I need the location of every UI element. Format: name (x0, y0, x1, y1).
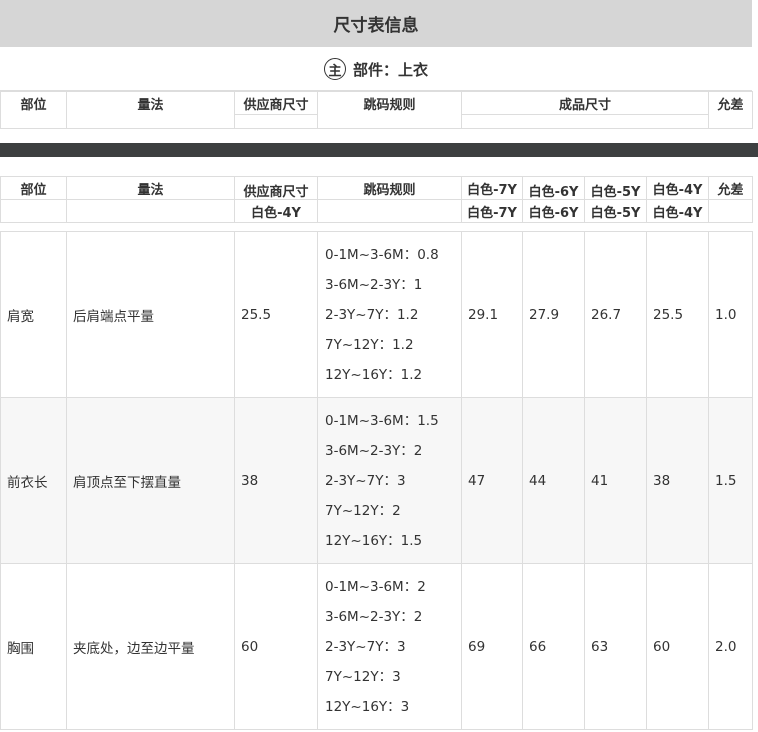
grading-rule: 7Y~12Y：1.2 (325, 336, 414, 353)
header-supplier-sub (234, 114, 318, 129)
header-size-col-2: 白色-5Y (584, 199, 647, 223)
grading-rule: 2-3Y~7Y：3 (325, 638, 406, 655)
cell-position: 肩宽 (0, 231, 67, 398)
size-table-body: 肩宽 后肩端点平量 25.5 0-1M~3-6M：0.8 3-6M~2-3Y：1… (0, 231, 753, 730)
cell-tolerance: 1.5 (708, 397, 753, 564)
grading-rule: 7Y~12Y：3 (325, 668, 401, 685)
cell-grading-rules: 0-1M~3-6M：1.5 3-6M~2-3Y：2 2-3Y~7Y：3 7Y~1… (317, 397, 462, 564)
cell-size: 44 (522, 397, 585, 564)
grading-rule: 0-1M~3-6M：1.5 (325, 412, 439, 429)
header-size-col-3: 白色-4Y (646, 176, 709, 200)
header-grading-rule: 跳码规则 (317, 176, 462, 200)
cell-grading-rules: 0-1M~3-6M：2 3-6M~2-3Y：2 2-3Y~7Y：3 7Y~12Y… (317, 563, 462, 730)
cell-position: 胸围 (0, 563, 67, 730)
cell-supplier-size: 38 (234, 397, 318, 564)
cell-supplier-size: 25.5 (234, 231, 318, 398)
grading-rule: 12Y~16Y：3 (325, 698, 410, 715)
grading-rule: 0-1M~3-6M：0.8 (325, 246, 439, 263)
part-header: 主 部件：上衣 (0, 48, 752, 91)
grading-rule: 2-3Y~7Y：3 (325, 472, 406, 489)
grading-rule: 12Y~16Y：1.5 (325, 532, 423, 549)
header-size-col-0: 白色-7Y (461, 176, 523, 200)
table-row: 胸围 夹底处，边至边平量 60 0-1M~3-6M：2 3-6M~2-3Y：2 … (0, 563, 753, 730)
cell-size: 47 (461, 397, 523, 564)
grading-rule: 2-3Y~7Y：1.2 (325, 306, 419, 323)
cell-method: 夹底处，边至边平量 (66, 563, 235, 730)
main-part-icon: 主 (323, 58, 346, 80)
cell-size: 25.5 (646, 231, 709, 398)
header-finished-size: 成品尺寸 (461, 91, 709, 115)
cell-size: 27.9 (522, 231, 585, 398)
part-label: 部件：上衣 (352, 60, 428, 79)
header-tolerance-blank (708, 199, 753, 223)
header-tolerance: 允差 (708, 176, 753, 200)
header-grading-rule: 跳码规则 (317, 91, 462, 129)
cell-position: 前衣长 (0, 397, 67, 564)
header-tolerance: 允差 (708, 91, 753, 129)
header-position-blank (0, 199, 67, 223)
cell-tolerance: 1.0 (708, 231, 753, 398)
header-position: 部位 (0, 176, 67, 200)
header-supplier-size: 供应商尺寸 (234, 176, 318, 200)
header-supplier-size: 供应商尺寸 (234, 91, 318, 115)
size-table-header: 部位 量法 供应商尺寸 跳码规则 白色-7Y 白色-6Y 白色-5Y 白色-4Y… (0, 176, 753, 223)
grading-rule: 3-6M~2-3Y：1 (325, 276, 423, 293)
header-position: 部位 (0, 91, 67, 129)
cell-method: 后肩端点平量 (66, 231, 235, 398)
cell-tolerance: 2.0 (708, 563, 753, 730)
grading-rule: 7Y~12Y：2 (325, 502, 401, 519)
grading-rule: 0-1M~3-6M：2 (325, 578, 426, 595)
header-size-col-1: 白色-6Y (522, 176, 585, 200)
header-method: 量法 (66, 91, 235, 129)
grading-rule: 3-6M~2-3Y：2 (325, 442, 423, 459)
cell-size: 41 (584, 397, 647, 564)
section-divider (0, 143, 758, 157)
size-table-header-top: 部位 量法 供应商尺寸 跳码规则 成品尺寸 允差 (0, 91, 753, 129)
header-grading-rule-blank (317, 199, 462, 223)
table-row: 肩宽 后肩端点平量 25.5 0-1M~3-6M：0.8 3-6M~2-3Y：1… (0, 231, 753, 398)
header-size-col-0: 白色-7Y (461, 199, 523, 223)
cell-size: 69 (461, 563, 523, 730)
cell-grading-rules: 0-1M~3-6M：0.8 3-6M~2-3Y：1 2-3Y~7Y：1.2 7Y… (317, 231, 462, 398)
cell-size: 29.1 (461, 231, 523, 398)
grading-rule: 12Y~16Y：1.2 (325, 366, 423, 383)
header-supplier-size-column: 白色-4Y (234, 199, 318, 223)
cell-size: 38 (646, 397, 709, 564)
header-method-blank (66, 199, 235, 223)
cell-size: 63 (584, 563, 647, 730)
table-row: 前衣长 肩顶点至下摆直量 38 0-1M~3-6M：1.5 3-6M~2-3Y：… (0, 397, 753, 564)
page-title: 尺寸表信息 (0, 0, 752, 47)
cell-size: 66 (522, 563, 585, 730)
header-size-col-2: 白色-5Y (584, 176, 647, 200)
cell-method: 肩顶点至下摆直量 (66, 397, 235, 564)
header-method: 量法 (66, 176, 235, 200)
header-size-col-1: 白色-6Y (522, 199, 585, 223)
cell-supplier-size: 60 (234, 563, 318, 730)
header-finished-sub (461, 114, 709, 129)
cell-size: 60 (646, 563, 709, 730)
header-size-col-3: 白色-4Y (646, 199, 709, 223)
grading-rule: 3-6M~2-3Y：2 (325, 608, 423, 625)
cell-size: 26.7 (584, 231, 647, 398)
